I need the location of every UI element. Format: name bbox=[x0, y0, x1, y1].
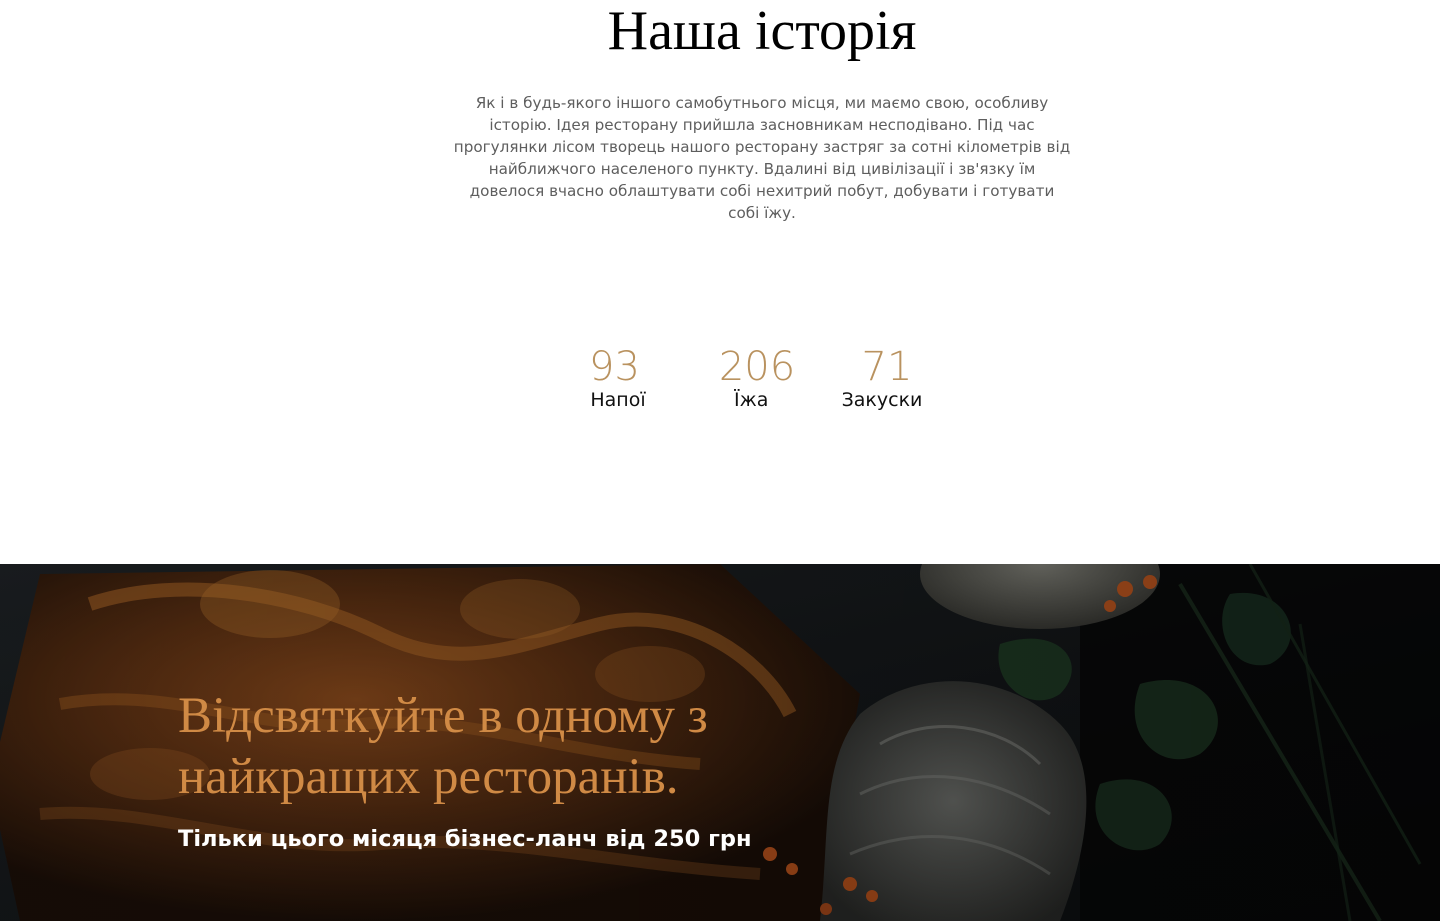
stat-snacks: 71 Закуски bbox=[838, 344, 926, 412]
stat-drinks-value: 93 bbox=[589, 344, 640, 390]
stat-drinks-label: Напої bbox=[590, 389, 646, 411]
stat-drinks: 93 Напої bbox=[578, 344, 658, 412]
promo-subtitle: Тільки цього місяця бізнес-ланч від 250 … bbox=[178, 826, 752, 852]
history-description: Як і в будь-якого іншого самобутнього мі… bbox=[453, 94, 1071, 222]
stat-snacks-label: Закуски bbox=[841, 389, 923, 411]
promo-banner: Відсвяткуйте в одному з найкращих рестор… bbox=[0, 564, 1440, 921]
stat-food-label: Їжа bbox=[734, 389, 769, 411]
stat-food: 206 Їжа bbox=[715, 344, 799, 412]
history-title: Наша історія bbox=[607, 0, 917, 62]
promo-title: Відсвяткуйте в одному з найкращих рестор… bbox=[178, 688, 708, 805]
history-section: Наша історія Як і в будь-якого іншого са… bbox=[0, 0, 1440, 564]
stat-food-value: 206 bbox=[718, 344, 796, 390]
stat-snacks-value: 71 bbox=[861, 344, 913, 390]
